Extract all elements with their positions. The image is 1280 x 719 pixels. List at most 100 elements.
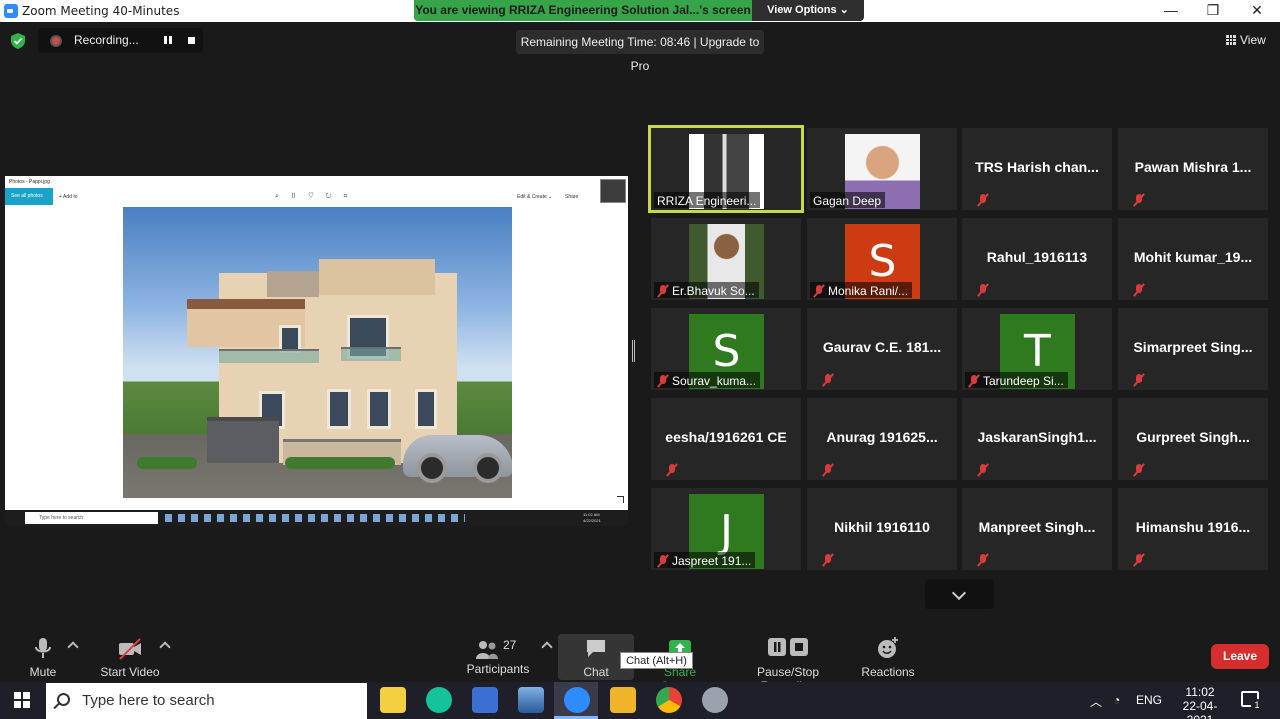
minimize-button[interactable]: —: [1150, 0, 1192, 22]
taskbar-date: 22-04-2021: [1182, 699, 1218, 719]
wifi-icon[interactable]: ◔: [1113, 693, 1120, 707]
participant-tile-trs[interactable]: TRS Harish chan...: [962, 128, 1112, 210]
participant-tile-rahul[interactable]: Rahul_1916113: [962, 218, 1112, 300]
close-button[interactable]: ✕: [1236, 0, 1278, 22]
notifications-icon[interactable]: 1: [1241, 691, 1263, 711]
window-pane: [415, 389, 437, 429]
participant-tile-mohit[interactable]: Mohit kumar_19...: [1118, 218, 1268, 300]
photos-app-icon[interactable]: [518, 687, 544, 713]
leave-meeting-button[interactable]: Leave: [1211, 644, 1269, 669]
maximize-button[interactable]: ❐: [1192, 0, 1234, 22]
remaining-meeting-time[interactable]: Remaining Meeting Time: 08:46 | Upgrade …: [516, 30, 764, 73]
participant-tile-nikhil[interactable]: Nikhil 1916110: [807, 488, 957, 570]
app-icon[interactable]: [702, 687, 728, 713]
shared-taskbar: Type here to search 11:02 AM 4/22/2021: [5, 510, 628, 526]
participant-label: Er.Bhavuk So...: [654, 282, 759, 298]
mute-button[interactable]: Mute: [22, 636, 64, 679]
chat-bubble-icon: [587, 640, 605, 657]
participant-label: Gagan Deep: [810, 192, 886, 208]
participant-tile-pawan[interactable]: Pawan Mishra 1...: [1118, 128, 1268, 210]
taskbar-search-box[interactable]: Type here to search: [46, 683, 367, 719]
view-button[interactable]: View: [1226, 33, 1266, 47]
search-icon: [57, 693, 70, 706]
screen-share-banner: You are viewing RRIZA Engineering Soluti…: [414, 0, 864, 21]
participant-tile-jaskaran[interactable]: JaskaranSingh1...: [962, 398, 1112, 480]
participant-name: Gurpreet Singh...: [1136, 429, 1250, 445]
participant-name: Mohit kumar_19...: [1133, 249, 1253, 265]
participant-tile-gaurav[interactable]: Gaurav C.E. 181...: [807, 308, 957, 390]
participant-name: Tarundeep Si...: [983, 373, 1064, 388]
tray-overflow-icon[interactable]: ︿: [1090, 693, 1102, 710]
participant-name: Simarpreet Sing...: [1133, 339, 1253, 355]
zoom-taskbar-icon[interactable]: [564, 687, 590, 713]
app-icon[interactable]: [472, 687, 498, 713]
muted-mic-icon: [821, 373, 835, 387]
participant-label: Jaspreet 191...: [654, 552, 756, 568]
notifications-count: 1: [1251, 699, 1263, 711]
participant-tile-monika[interactable]: S Monika Rani/...: [807, 218, 957, 300]
participant-tile-tarundeep[interactable]: T Tarundeep Si...: [962, 308, 1112, 390]
shared-screen[interactable]: Photos - Pappi.jpg See all photos + Add …: [5, 176, 628, 526]
view-options-button[interactable]: View Options ⌄: [752, 0, 864, 21]
recording-label: Recording...: [74, 33, 139, 47]
participant-tile-bhavuk[interactable]: Er.Bhavuk So...: [651, 218, 801, 300]
participant-tile-rriza[interactable]: RRIZA Engineeri...: [648, 125, 804, 213]
shared-photos-toolbar: See all photos + Add to ⌕▯♡↻⌗ Edit & Cre…: [5, 188, 628, 206]
security-shield-icon[interactable]: [11, 33, 25, 49]
participant-tile-jaspreet[interactable]: J Jaspreet 191...: [651, 488, 801, 570]
house-stone-panel: [267, 271, 319, 297]
recording-indicator: Recording...: [38, 28, 203, 53]
parked-car: [403, 435, 512, 483]
participant-name: TRS Harish chan...: [975, 159, 1099, 175]
participant-name: Manpreet Singh...: [978, 519, 1096, 535]
muted-mic-icon: [976, 193, 990, 207]
participants-icon: [476, 641, 498, 659]
muted-mic-icon: [656, 284, 670, 298]
chrome-icon[interactable]: [656, 687, 682, 713]
participant-name: RRIZA Engineeri...: [657, 193, 757, 208]
participant-name: Anurag 191625...: [826, 429, 938, 445]
panel-splitter-handle[interactable]: [632, 340, 635, 362]
file-explorer-icon[interactable]: [610, 687, 636, 713]
reactions-button[interactable]: Reactions: [860, 636, 916, 679]
muted-mic-icon: [1132, 283, 1146, 297]
zoom-app-icon: [4, 4, 18, 18]
participant-tile-gagan[interactable]: Gagan Deep: [807, 128, 957, 210]
grammarly-icon[interactable]: [426, 687, 452, 713]
muted-mic-icon: [821, 463, 835, 477]
participant-tile-anurag[interactable]: Anurag 191625...: [807, 398, 957, 480]
shared-taskbar-search: Type here to search: [25, 512, 158, 524]
photo-tools-icons: ⌕▯♡↻⌗: [275, 193, 360, 200]
input-language[interactable]: ENG: [1136, 693, 1162, 707]
hedge: [285, 457, 395, 469]
hedge: [137, 457, 197, 469]
muted-mic-icon: [812, 284, 826, 298]
participant-tile-manpreet[interactable]: Manpreet Singh...: [962, 488, 1112, 570]
expand-icon: [617, 496, 624, 503]
participant-tile-simarpreet[interactable]: Simarpreet Sing...: [1118, 308, 1268, 390]
window-pane: [367, 389, 391, 429]
chat-button[interactable]: Chat: [574, 636, 618, 679]
participant-tile-gurpreet[interactable]: Gurpreet Singh...: [1118, 398, 1268, 480]
participant-tile-eesha[interactable]: eesha/1916261 CE: [651, 398, 801, 480]
participant-name: Rahul_1916113: [986, 249, 1088, 265]
chat-label: Chat: [583, 665, 609, 679]
pause-recording-icon[interactable]: [162, 34, 174, 46]
gallery-next-page-button[interactable]: [925, 579, 994, 609]
participant-name: Er.Bhavuk So...: [672, 283, 755, 298]
audio-options-caret[interactable]: [67, 641, 79, 653]
windows-start-icon[interactable]: [14, 692, 30, 708]
participants-button[interactable]: 27 Participants: [466, 636, 530, 676]
start-video-button[interactable]: Start Video: [98, 636, 162, 679]
taskbar-clock[interactable]: 11:02 22-04-2021: [1170, 685, 1230, 719]
participants-options-caret[interactable]: [541, 641, 553, 653]
mute-label: Mute: [29, 665, 57, 679]
participant-label: RRIZA Engineeri...: [654, 192, 761, 208]
stop-recording-icon[interactable]: [188, 37, 195, 44]
sticky-notes-icon[interactable]: [380, 687, 406, 713]
participant-name: JaskaranSingh1...: [977, 429, 1097, 445]
participant-label: Monika Rani/...: [810, 282, 913, 298]
participant-tile-himanshu[interactable]: Himanshu 1916...: [1118, 488, 1268, 570]
participant-tile-sourav[interactable]: S Sourav_kuma...: [651, 308, 801, 390]
reactions-label: Reactions: [861, 665, 915, 679]
